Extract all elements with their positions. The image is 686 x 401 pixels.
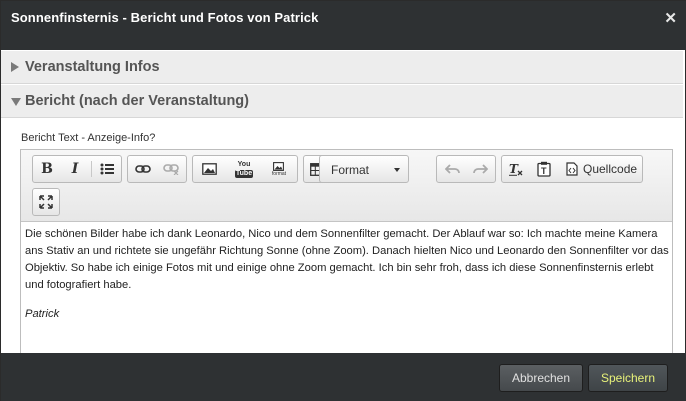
format-dropdown[interactable]: Format	[319, 155, 409, 183]
chevron-down-icon	[394, 168, 400, 172]
cancel-button[interactable]: Abbrechen	[499, 364, 583, 392]
toolbar-group-view	[32, 188, 60, 216]
section-label-bericht: Bericht (nach der Veranstaltung)	[25, 93, 249, 109]
section-header-infos[interactable]: Veranstaltung Infos	[1, 51, 683, 84]
remove-format-icon: T	[509, 162, 523, 176]
italic-icon: I	[71, 161, 79, 177]
maximize-button[interactable]	[33, 189, 59, 215]
paste-text-icon: T	[537, 161, 551, 177]
undo-button[interactable]	[439, 156, 465, 182]
toolbar-group-links	[127, 155, 187, 183]
undo-icon	[444, 164, 460, 174]
youtube-button[interactable]: You Tube	[231, 156, 257, 182]
paste-text-button[interactable]: T	[531, 156, 557, 182]
link-button[interactable]	[130, 156, 156, 182]
toolbar-separator	[91, 161, 92, 177]
toolbar-group-basic: B I	[32, 155, 122, 183]
rich-text-editor: B I You Tube format Format T T Quellcode…	[20, 149, 673, 354]
dialog-footer: Abbrechen Speichern	[1, 353, 686, 401]
unlink-icon	[163, 164, 179, 175]
remove-format-button[interactable]: T	[503, 156, 529, 182]
redo-icon	[472, 164, 488, 174]
toolbar-group-history	[436, 155, 496, 183]
unlink-button[interactable]	[158, 156, 184, 182]
image-format-icon: format	[272, 161, 286, 177]
image-button[interactable]	[196, 156, 222, 182]
youtube-icon: You Tube	[235, 160, 253, 178]
editor-toolbar: B I You Tube format Format T T Quellcode	[21, 150, 672, 222]
bold-icon: B	[41, 161, 53, 177]
source-code-label: Quellcode	[583, 162, 638, 176]
image-format-button[interactable]: format	[266, 156, 292, 182]
close-icon[interactable]: ✕	[664, 9, 677, 27]
toolbar-group-tools: T T Quellcode	[501, 155, 643, 183]
source-code-button[interactable]: Quellcode	[560, 156, 642, 182]
link-icon	[135, 165, 151, 173]
dialog: Sonnenfinsternis - Bericht und Fotos von…	[0, 0, 686, 401]
field-label: Bericht Text - Anzeige-Info?	[21, 132, 156, 144]
svg-text:T: T	[541, 166, 547, 176]
editor-content[interactable]: Die schönen Bilder habe ich dank Leonard…	[25, 226, 670, 335]
save-button[interactable]: Speichern	[588, 364, 668, 392]
report-paragraph: Die schönen Bilder habe ich dank Leonard…	[25, 228, 669, 291]
image-icon	[201, 163, 217, 175]
expand-arrow-icon	[11, 62, 19, 72]
dialog-title: Sonnenfinsternis - Bericht und Fotos von…	[11, 10, 319, 25]
source-code-icon	[566, 162, 578, 176]
bold-button[interactable]: B	[34, 156, 60, 182]
bulleted-list-icon	[100, 163, 114, 175]
section-header-bericht[interactable]: Bericht (nach der Veranstaltung)	[1, 85, 683, 118]
signature: Patrick	[25, 308, 60, 320]
collapse-arrow-icon	[11, 98, 21, 106]
maximize-icon	[39, 195, 53, 209]
svg-text:T: T	[509, 162, 519, 176]
format-dropdown-label: Format	[331, 163, 370, 177]
section-label-infos: Veranstaltung Infos	[25, 59, 160, 75]
bulleted-list-button[interactable]	[94, 156, 120, 182]
italic-button[interactable]: I	[62, 156, 88, 182]
toolbar-group-media: You Tube format	[192, 155, 298, 183]
redo-button[interactable]	[467, 156, 493, 182]
dialog-titlebar: Sonnenfinsternis - Bericht und Fotos von…	[1, 1, 686, 50]
